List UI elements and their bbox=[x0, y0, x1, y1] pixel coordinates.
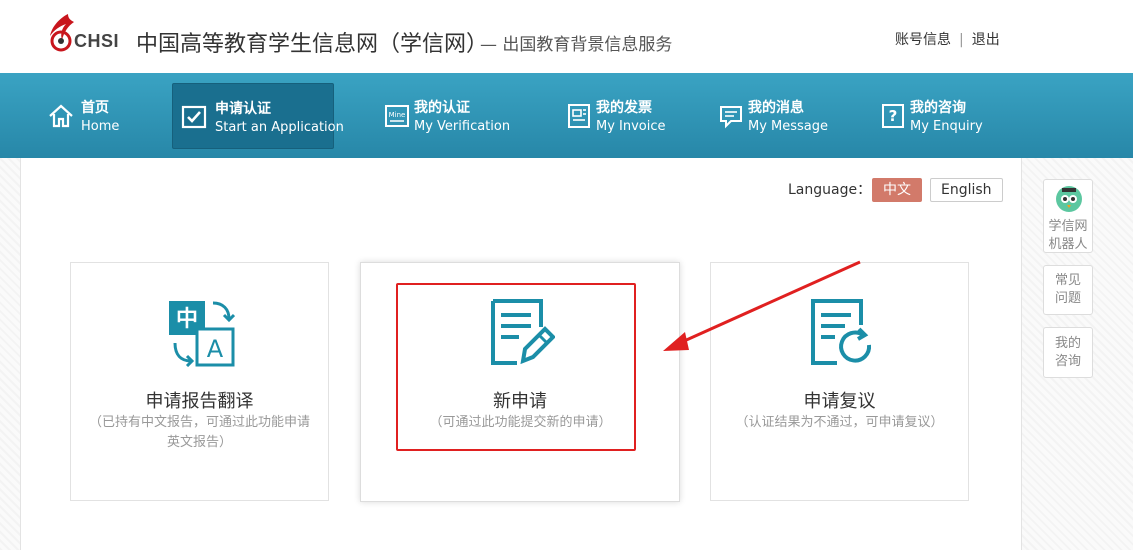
nav-label-en: My Verification bbox=[414, 119, 511, 134]
nav-label-en: My Message bbox=[748, 119, 829, 134]
nav-item-my-enquiry[interactable]: ? 我的咨询 My Enquiry bbox=[868, 83, 1008, 147]
message-icon bbox=[720, 106, 742, 129]
nav-label-en: Start an Application bbox=[215, 120, 344, 135]
card-description: （认证结果为不通过，可申请复议） bbox=[735, 415, 944, 430]
nav-item-my-verification[interactable]: Mine 我的认证 My Verification bbox=[372, 83, 522, 147]
nav-label-en: Home bbox=[81, 119, 120, 134]
card-report-translation[interactable]: 中 A 申请报告翻译 （已持有中文报告，可通过此功能申请英文报告） bbox=[70, 262, 329, 501]
translate-icon: 中 A bbox=[169, 301, 235, 367]
my-enquiry-side-button[interactable]: 我的 咨询 bbox=[1043, 327, 1093, 378]
language-zh-button[interactable]: 中文 bbox=[872, 178, 922, 202]
robot-label: 学信网 机器人 bbox=[1048, 219, 1088, 252]
svg-text:中: 中 bbox=[176, 307, 198, 332]
nav-item-my-invoice[interactable]: 我的发票 My Invoice bbox=[554, 83, 684, 147]
logout-link[interactable]: 退出 bbox=[972, 32, 1000, 48]
account-info-link[interactable]: 账号信息 bbox=[895, 32, 951, 48]
svg-text:A: A bbox=[207, 335, 224, 363]
question-icon: ? bbox=[882, 104, 904, 128]
arrow-annotation-icon bbox=[663, 260, 861, 351]
faq-button[interactable]: 常见 问题 bbox=[1043, 265, 1093, 315]
nav-label-zh: 我的认证 bbox=[414, 100, 470, 116]
card-title: 申请复议 bbox=[803, 391, 876, 412]
nav-label-en: My Enquiry bbox=[910, 119, 983, 134]
nav-label-zh: 申请认证 bbox=[215, 101, 271, 117]
svg-text:Mine: Mine bbox=[389, 111, 406, 119]
top-links: 账号信息 | 退出 bbox=[895, 32, 1000, 48]
card-title: 申请报告翻译 bbox=[145, 391, 254, 412]
language-label: Language： bbox=[788, 182, 872, 198]
card-description: （已持有中文报告，可通过此功能申请英文报告） bbox=[88, 415, 310, 450]
header: CHSI 中国高等教育学生信息网（学信网） — 出国教育背景信息服务 账号信息 |… bbox=[0, 0, 1133, 73]
svg-text:?: ? bbox=[889, 107, 898, 125]
site-title: 中国高等教育学生信息网（学信网） bbox=[136, 32, 489, 57]
nav-label-en: My Invoice bbox=[596, 119, 666, 134]
nav-item-home[interactable]: 首页 Home bbox=[36, 83, 146, 147]
nav-label-zh: 首页 bbox=[81, 100, 109, 116]
nav-label-zh: 我的发票 bbox=[596, 100, 652, 116]
nav-item-start-application[interactable]: 申请认证 Start an Application bbox=[172, 83, 344, 149]
invoice-icon bbox=[568, 104, 590, 128]
nav-label-zh: 我的咨询 bbox=[910, 100, 966, 116]
robot-assistant-button[interactable]: 学信网 机器人 bbox=[1043, 179, 1093, 253]
home-icon bbox=[49, 104, 73, 128]
nav-item-my-message[interactable]: 我的消息 My Message bbox=[706, 83, 846, 147]
robot-owl-icon bbox=[1056, 186, 1082, 212]
check-square-icon bbox=[181, 105, 207, 129]
nav-label-zh: 我的消息 bbox=[748, 100, 804, 116]
language-en-button[interactable]: English bbox=[930, 178, 1003, 202]
main-nav: 首页 Home 申请认证 Start an Application Mine 我… bbox=[0, 73, 1133, 158]
mine-icon: Mine bbox=[385, 105, 409, 127]
site-subtitle: — 出国教育背景信息服务 bbox=[480, 35, 673, 55]
highlight-box bbox=[396, 283, 636, 451]
logo-text: CHSI bbox=[74, 31, 120, 51]
